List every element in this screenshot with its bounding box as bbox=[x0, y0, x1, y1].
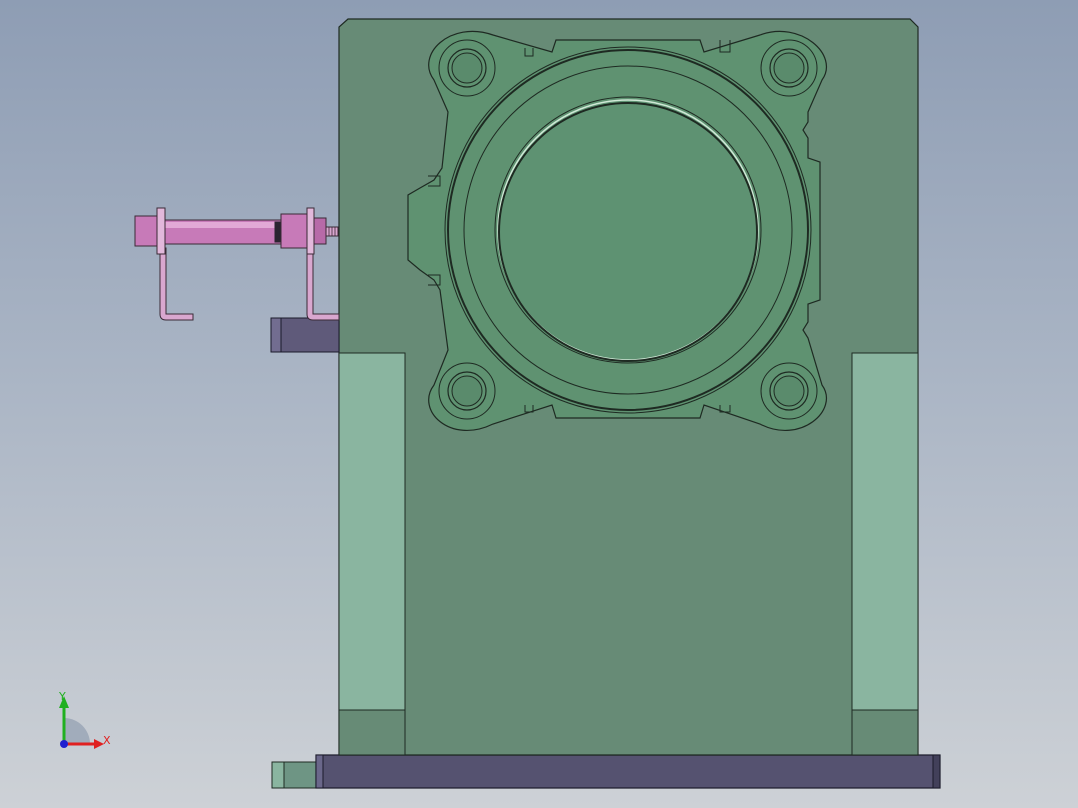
x-axis-label: X bbox=[103, 734, 111, 747]
y-axis-label: Y bbox=[58, 690, 66, 703]
triad-plane-icon bbox=[64, 718, 90, 744]
base-plate[interactable] bbox=[315, 754, 941, 789]
sensor-mount-block[interactable] bbox=[270, 317, 340, 353]
bolt-hole-top-right[interactable] bbox=[760, 39, 818, 97]
z-axis-point-icon bbox=[60, 740, 68, 748]
base-extension[interactable] bbox=[271, 761, 321, 789]
bore-assembly[interactable] bbox=[444, 46, 812, 414]
model-view[interactable]: Y X bbox=[0, 0, 1078, 808]
left-pad[interactable] bbox=[338, 352, 406, 756]
right-pad[interactable] bbox=[851, 352, 919, 756]
graphics-viewport[interactable]: Y X bbox=[0, 0, 1078, 808]
reference-triad: Y X bbox=[58, 690, 111, 749]
proximity-sensor[interactable] bbox=[134, 207, 340, 321]
